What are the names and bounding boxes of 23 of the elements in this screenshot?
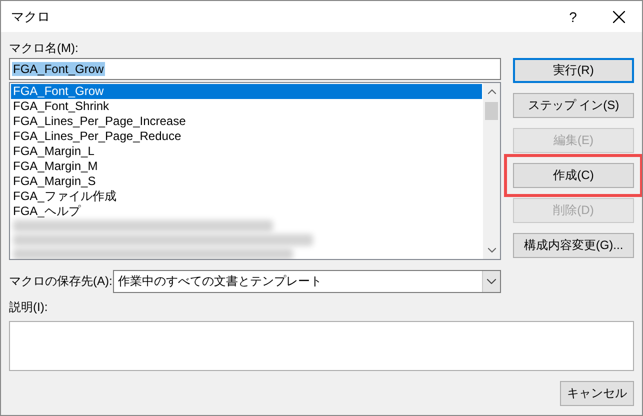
cancel-button[interactable]: キャンセル bbox=[560, 381, 634, 406]
location-label: マクロの保存先(A): bbox=[9, 273, 113, 290]
macro-item[interactable]: FGA_Margin_S bbox=[11, 174, 482, 189]
macro-name-field[interactable]: FGA_Font_Grow bbox=[9, 58, 501, 80]
macro-item[interactable]: FGA_Font_Grow bbox=[11, 84, 482, 99]
macro-item[interactable]: FGA_Margin_M bbox=[11, 159, 482, 174]
location-dropdown[interactable]: 作業中のすべての文書とテンプレート bbox=[113, 270, 501, 293]
scroll-thumb[interactable] bbox=[485, 102, 498, 120]
macro-action-button[interactable]: 実行(R) bbox=[513, 58, 634, 83]
description-field[interactable] bbox=[9, 321, 634, 371]
macro-item[interactable]: FGA_ファイル作成 bbox=[11, 189, 482, 204]
macro-item[interactable]: FGA_Lines_Per_Page_Increase bbox=[11, 114, 482, 129]
macro-action-button[interactable]: 構成内容変更(G)... bbox=[513, 233, 634, 258]
window-title: マクロ bbox=[11, 8, 51, 26]
macro-item[interactable]: FGA_Font_Shrink bbox=[11, 99, 482, 114]
macro-item[interactable]: FGA_Margin_L bbox=[11, 144, 482, 159]
macro-action-button[interactable]: ステップ イン(S) bbox=[513, 93, 634, 118]
macro-name-label: マクロ名(M): bbox=[9, 40, 78, 56]
macro-item[interactable]: FGA_Lines_Per_Page_Reduce bbox=[11, 129, 482, 144]
macro-action-button[interactable]: 作成(C) bbox=[513, 163, 634, 188]
macro-item[interactable]: FGA_ヘルプ bbox=[11, 204, 482, 219]
description-label: 説明(I): bbox=[9, 298, 48, 316]
help-button[interactable]: ? bbox=[550, 8, 596, 24]
